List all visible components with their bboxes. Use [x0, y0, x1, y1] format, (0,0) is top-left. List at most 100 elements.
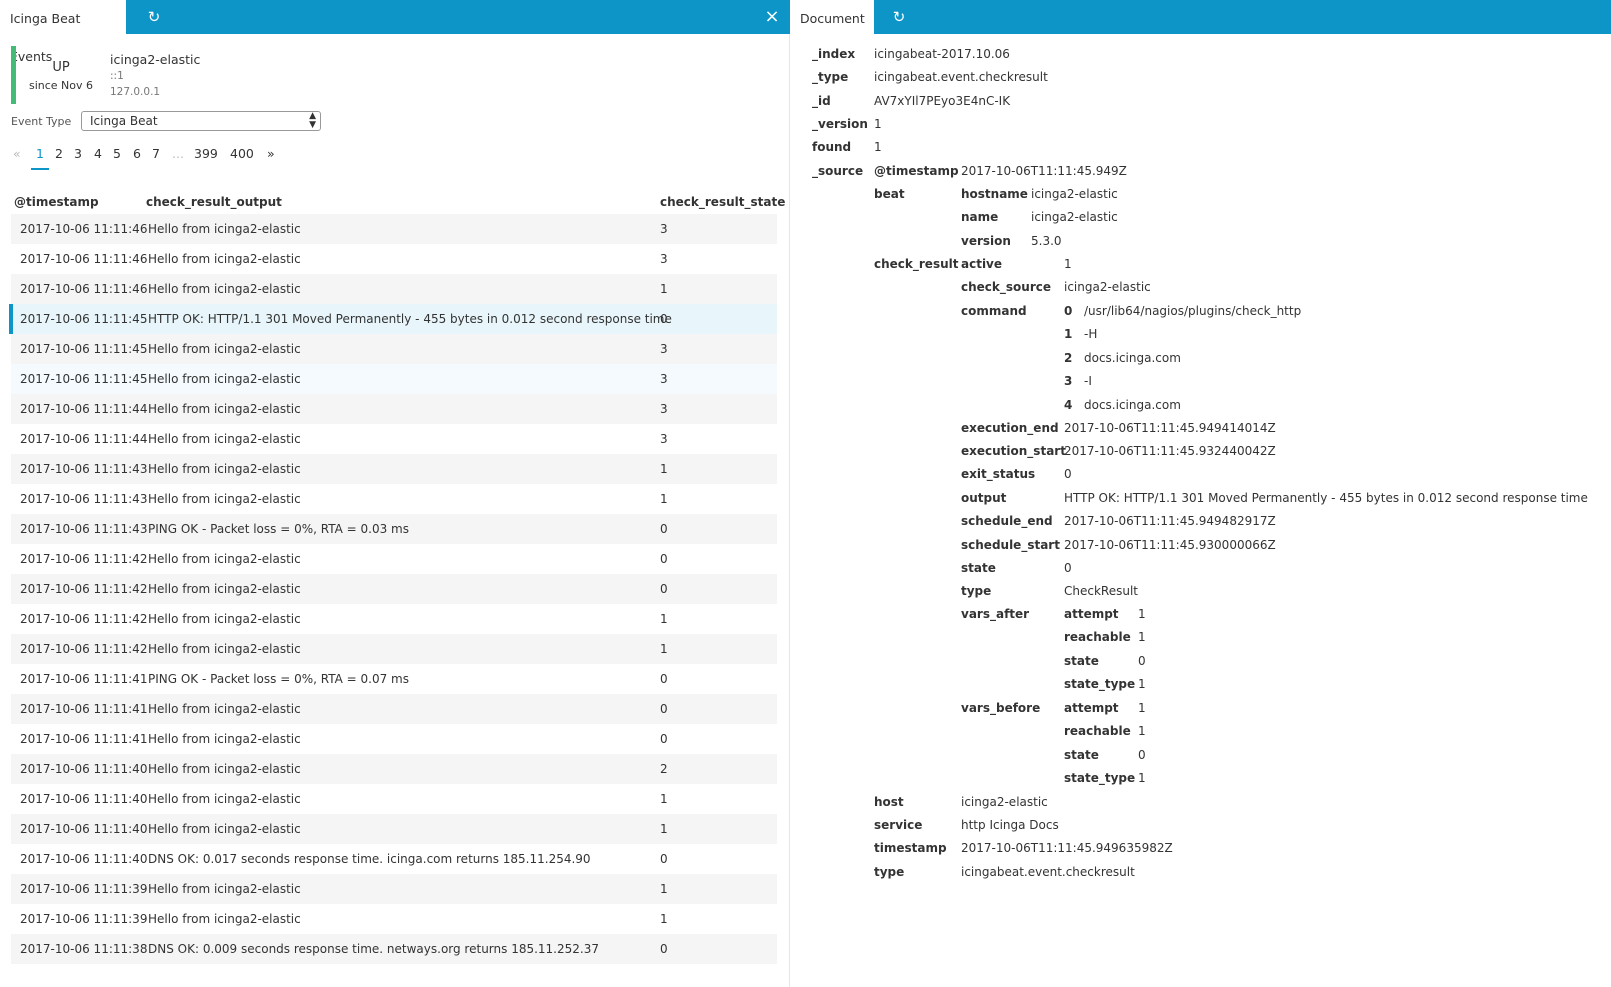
- page-2[interactable]: 2: [55, 146, 63, 161]
- page-1[interactable]: 1: [36, 146, 44, 161]
- table-row[interactable]: 2017-10-06 11:11:41 Hello from icinga2-el…: [11, 694, 777, 724]
- cr-exit-status-key: exit_status: [961, 467, 1036, 481]
- page-400[interactable]: 400: [230, 146, 254, 161]
- tab-document[interactable]: Document: [790, 0, 874, 38]
- table-row[interactable]: 2017-10-06 11:11:42 Hello from icinga2-el…: [11, 604, 777, 634]
- cell-state: 1: [660, 792, 668, 806]
- beat-version-key: version: [961, 234, 1011, 248]
- refresh-icon[interactable]: ↻: [882, 0, 916, 34]
- table-row[interactable]: 2017-10-06 11:11:43 PING OK - Packet loss…: [11, 514, 777, 544]
- table-row[interactable]: 2017-10-06 11:11:42 Hello from icinga2-el…: [11, 544, 777, 574]
- table-row[interactable]: 2017-10-06 11:11:46 Hello from icinga2-el…: [11, 244, 777, 274]
- source-host-key: host: [874, 795, 904, 809]
- cell-state: 0: [660, 522, 668, 536]
- host-summary[interactable]: UP since Nov 6 icinga2-elastic ::1 127.0…: [11, 46, 211, 104]
- cell-timestamp: 2017-10-06 11:11:45: [20, 372, 148, 386]
- column-header-output[interactable]: check_result_output: [146, 195, 282, 209]
- refresh-icon[interactable]: ↻: [137, 0, 171, 34]
- table-row[interactable]: 2017-10-06 11:11:41 Hello from icinga2-el…: [11, 724, 777, 754]
- doc-id-value: AV7xYIl7PEyo3E4nC-IK: [874, 94, 1011, 108]
- cr-execution-start-key: execution_start: [961, 444, 1066, 458]
- cell-state: 3: [660, 402, 668, 416]
- doc-version-value: 1: [874, 117, 882, 131]
- table-row[interactable]: 2017-10-06 11:11:40 Hello from icinga2-el…: [11, 754, 777, 784]
- column-header-state[interactable]: check_result_state: [660, 195, 785, 209]
- cell-state: 1: [660, 822, 668, 836]
- cell-timestamp: 2017-10-06 11:11:42: [20, 552, 148, 566]
- cr-command-key: command: [961, 304, 1027, 318]
- cell-timestamp: 2017-10-06 11:11:41: [20, 732, 148, 746]
- page-3[interactable]: 3: [74, 146, 82, 161]
- table-row[interactable]: 2017-10-06 11:11:45 Hello from icinga2-el…: [11, 334, 777, 364]
- command-arg: docs.icinga.com: [1084, 397, 1181, 412]
- table-row[interactable]: 2017-10-06 11:11:43 Hello from icinga2-el…: [11, 454, 777, 484]
- event-type-select[interactable]: Icinga Beat ▲ ▼: [81, 111, 321, 131]
- vars-after-state-key: state: [1064, 653, 1099, 668]
- table-row[interactable]: 2017-10-06 11:11:42 Hello from icinga2-el…: [11, 574, 777, 604]
- page-6[interactable]: 6: [133, 146, 141, 161]
- page-4[interactable]: 4: [94, 146, 102, 161]
- close-icon[interactable]: ×: [755, 0, 789, 34]
- host-state: UP: [52, 60, 70, 75]
- source-service-key: service: [874, 818, 923, 832]
- table-row[interactable]: 2017-10-06 11:11:40 DNS OK: 0.017 seconds…: [11, 844, 777, 874]
- table-row[interactable]: 2017-10-06 11:11:40 Hello from icinga2-el…: [11, 784, 777, 814]
- cell-timestamp: 2017-10-06 11:11:41: [20, 702, 148, 716]
- tab-icinga-beat-events[interactable]: Icinga Beat Events: [0, 0, 126, 64]
- table-row[interactable]: 2017-10-06 11:11:39 Hello from icinga2-el…: [11, 904, 777, 934]
- cell-state: 3: [660, 372, 668, 386]
- vars-before-state-type-value: 1: [1138, 771, 1146, 786]
- table-row[interactable]: 2017-10-06 11:11:46 Hello from icinga2-el…: [11, 274, 777, 304]
- host-state-bar: [11, 46, 16, 104]
- cell-timestamp: 2017-10-06 11:11:43: [20, 522, 148, 536]
- host-address6: ::1: [110, 70, 124, 82]
- cr-schedule-start-value: 2017-10-06T11:11:45.930000066Z: [1064, 538, 1276, 552]
- vars-before-state-type-key: state_type: [1064, 771, 1136, 786]
- cr-exit-status-value: 0: [1064, 467, 1072, 481]
- table-row[interactable]: 2017-10-06 11:11:44 Hello from icinga2-el…: [11, 424, 777, 454]
- column-header-timestamp[interactable]: @timestamp: [14, 195, 99, 209]
- cr-state-value: 0: [1064, 561, 1072, 575]
- table-row[interactable]: 2017-10-06 11:11:39 Hello from icinga2-el…: [11, 874, 777, 904]
- cell-state: 0: [660, 852, 668, 866]
- table-row[interactable]: 2017-10-06 11:11:41 PING OK - Packet loss…: [11, 664, 777, 694]
- cell-output: Hello from icinga2-elastic: [148, 582, 301, 596]
- cr-active-value: 1: [1064, 257, 1072, 271]
- page-399[interactable]: 399: [194, 146, 218, 161]
- table-row[interactable]: 2017-10-06 11:11:43 Hello from icinga2-el…: [11, 484, 777, 514]
- cell-output: Hello from icinga2-elastic: [148, 882, 301, 896]
- pagination-next[interactable]: »: [267, 146, 275, 161]
- vars-before-state-key: state: [1064, 747, 1099, 762]
- table-row[interactable]: 2017-10-06 11:11:42 Hello from icinga2-el…: [11, 634, 777, 664]
- cell-output: Hello from icinga2-elastic: [148, 492, 301, 506]
- source-timestamp-key: @timestamp: [874, 164, 959, 178]
- host-name: icinga2-elastic: [110, 52, 201, 67]
- source-service-value: http Icinga Docs: [961, 818, 1059, 832]
- page-5[interactable]: 5: [113, 146, 121, 161]
- command-index: 3: [1064, 374, 1073, 389]
- cell-state: 0: [660, 942, 668, 956]
- cell-state: 1: [660, 282, 668, 296]
- beat-hostname-key: hostname: [961, 187, 1028, 201]
- cell-output: DNS OK: 0.017 seconds response time. ici…: [148, 852, 591, 866]
- vars-after-reachable-key: reachable: [1064, 630, 1131, 645]
- cell-state: 0: [660, 582, 668, 596]
- cr-state-key: state: [961, 561, 996, 575]
- table-row[interactable]: 2017-10-06 11:11:45 HTTP OK: HTTP/1.1 301…: [9, 304, 777, 334]
- table-row[interactable]: 2017-10-06 11:11:46 Hello from icinga2-el…: [11, 214, 777, 244]
- table-row[interactable]: 2017-10-06 11:11:40 Hello from icinga2-el…: [11, 814, 777, 844]
- cell-timestamp: 2017-10-06 11:11:40: [20, 762, 148, 776]
- cell-output: Hello from icinga2-elastic: [148, 222, 301, 236]
- beat-version-value: 5.3.0: [1031, 234, 1062, 248]
- table-row[interactable]: 2017-10-06 11:11:38 DNS OK: 0.009 seconds…: [11, 934, 777, 964]
- cell-timestamp: 2017-10-06 11:11:46: [20, 282, 148, 296]
- tab-title: Document: [800, 11, 865, 26]
- page-7[interactable]: 7: [152, 146, 160, 161]
- cell-output: Hello from icinga2-elastic: [148, 642, 301, 656]
- cell-timestamp: 2017-10-06 11:11:39: [20, 882, 148, 896]
- source-timestamp-field-value: 2017-10-06T11:11:45.949635982Z: [961, 841, 1173, 855]
- table-row[interactable]: 2017-10-06 11:11:45 Hello from icinga2-el…: [11, 364, 777, 394]
- vars-after-state-value: 0: [1138, 653, 1146, 668]
- table-row[interactable]: 2017-10-06 11:11:44 Hello from icinga2-el…: [11, 394, 777, 424]
- pagination-prev[interactable]: «: [13, 146, 21, 161]
